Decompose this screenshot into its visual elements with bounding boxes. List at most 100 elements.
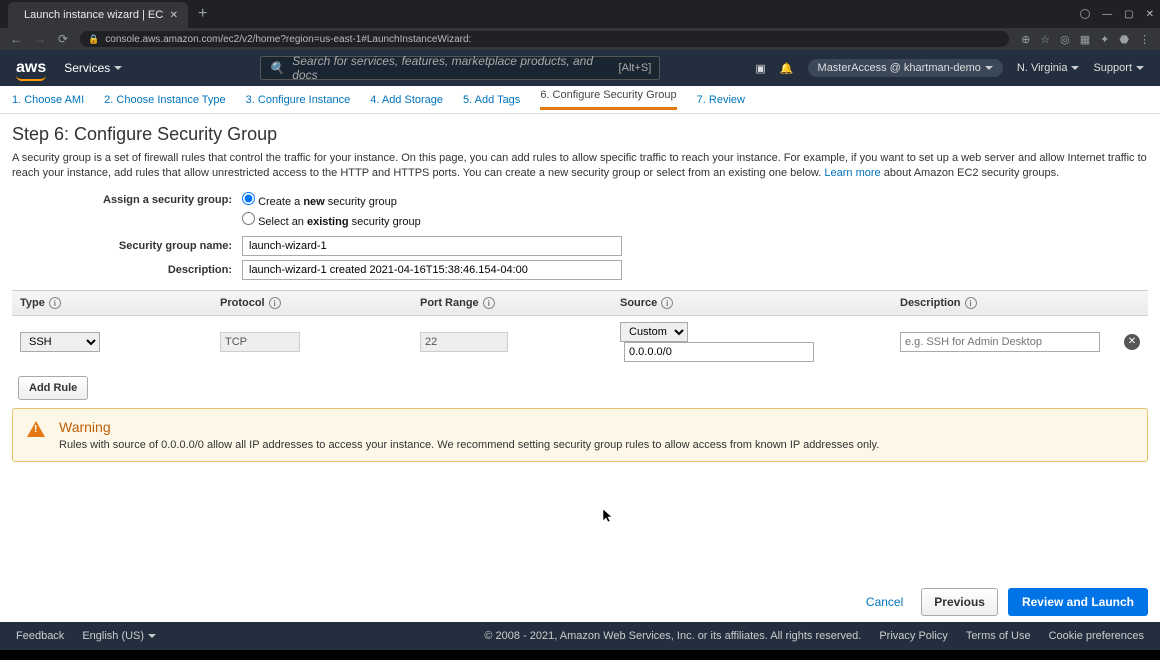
- forward-icon[interactable]: →: [34, 32, 46, 46]
- step-configure-instance[interactable]: 3. Configure Instance: [246, 94, 351, 106]
- services-label: Services: [64, 61, 110, 75]
- sg-desc-label: Description:: [12, 264, 242, 276]
- learn-more-link[interactable]: Learn more: [824, 167, 880, 179]
- warning-title: Warning: [59, 419, 879, 435]
- search-mini-icon[interactable]: ⊕: [1021, 33, 1030, 46]
- col-type: Typei: [12, 290, 212, 315]
- step-add-storage[interactable]: 4. Add Storage: [370, 94, 443, 106]
- account-menu[interactable]: MasterAccess @ khartman-demo: [808, 59, 1003, 77]
- console-search-input[interactable]: 🔍 Search for services, features, marketp…: [260, 56, 660, 80]
- step-add-tags[interactable]: 5. Add Tags: [463, 94, 520, 106]
- remove-rule-button[interactable]: ✕: [1124, 334, 1140, 350]
- cloudshell-icon[interactable]: ▣: [755, 62, 765, 75]
- rule-protocol: TCP: [220, 332, 300, 352]
- warning-icon: [27, 421, 45, 437]
- menu-icon[interactable]: ⋮: [1139, 33, 1150, 46]
- rule-description-input[interactable]: [900, 332, 1100, 352]
- profile-icon[interactable]: ⬣: [1119, 33, 1129, 46]
- cookie-preferences-link[interactable]: Cookie preferences: [1049, 630, 1144, 642]
- support-menu[interactable]: Support: [1093, 62, 1144, 74]
- warning-text: Rules with source of 0.0.0.0/0 allow all…: [59, 439, 879, 451]
- maximize-icon[interactable]: ▢: [1124, 9, 1133, 20]
- page-title: Step 6: Configure Security Group: [12, 124, 1148, 145]
- col-source: Sourcei: [612, 290, 892, 315]
- support-label: Support: [1093, 62, 1132, 74]
- url-input[interactable]: 🔒 console.aws.amazon.com/ec2/v2/home?reg…: [80, 31, 1009, 47]
- sg-name-input[interactable]: [242, 236, 622, 256]
- col-protocol: Protocoli: [212, 290, 412, 315]
- aws-console-header: aws Services 🔍 Search for services, feat…: [0, 50, 1160, 86]
- rule-type-select[interactable]: SSH: [20, 332, 100, 352]
- caret-down-icon: [1071, 66, 1079, 70]
- radio-create-new[interactable]: [242, 192, 255, 205]
- aws-smile-icon: [16, 75, 46, 81]
- extensions-icon[interactable]: ✦: [1100, 33, 1109, 46]
- minimize-icon[interactable]: —: [1102, 9, 1112, 20]
- privacy-link[interactable]: Privacy Policy: [879, 630, 947, 642]
- radio-select-existing-label[interactable]: Select an existing security group: [258, 216, 421, 228]
- radio-select-existing[interactable]: [242, 212, 255, 225]
- tab-title: Launch instance wizard | EC2 Ma: [24, 9, 164, 21]
- col-port-range: Port Rangei: [412, 290, 612, 315]
- step-choose-instance-type[interactable]: 2. Choose Instance Type: [104, 94, 226, 106]
- language-menu[interactable]: English (US): [82, 630, 156, 642]
- sg-name-label: Security group name:: [12, 240, 242, 252]
- notifications-icon[interactable]: 🔔: [780, 62, 794, 75]
- caret-down-icon: [1136, 66, 1144, 70]
- new-tab-button[interactable]: +: [198, 5, 207, 23]
- browser-tab-bar: Launch instance wizard | EC2 Ma ✕ + — ▢ …: [0, 0, 1160, 28]
- browser-tab[interactable]: Launch instance wizard | EC2 Ma ✕: [8, 2, 188, 28]
- caret-down-icon: [114, 66, 122, 70]
- extension1-icon[interactable]: ◎: [1060, 33, 1070, 46]
- rule-source-mode-select[interactable]: Custom: [620, 322, 688, 342]
- search-icon: 🔍: [269, 61, 284, 75]
- previous-button[interactable]: Previous: [921, 588, 998, 616]
- sg-desc-input[interactable]: [242, 260, 622, 280]
- page-body: Step 6: Configure Security Group A secur…: [0, 114, 1160, 622]
- warning-panel: Warning Rules with source of 0.0.0.0/0 a…: [12, 408, 1148, 462]
- table-row: SSH TCP Custom: [12, 315, 1148, 368]
- window-controls: — ▢ ✕: [1080, 9, 1154, 20]
- cancel-button[interactable]: Cancel: [858, 589, 911, 615]
- search-placeholder: Search for services, features, marketpla…: [292, 54, 610, 82]
- wizard-steps: 1. Choose AMI 2. Choose Instance Type 3.…: [0, 86, 1160, 114]
- region-label: N. Virginia: [1017, 62, 1068, 74]
- mouse-cursor: [603, 509, 613, 523]
- aws-logo-text: aws: [16, 59, 46, 76]
- col-description: Descriptioni: [892, 290, 1116, 315]
- assign-sg-label: Assign a security group:: [12, 194, 242, 206]
- extension2-icon[interactable]: ▦: [1080, 33, 1090, 46]
- account-label: MasterAccess @ khartman-demo: [818, 62, 981, 74]
- info-icon[interactable]: i: [49, 297, 61, 309]
- rule-source-ip-input[interactable]: [624, 342, 814, 362]
- star-icon[interactable]: ☆: [1040, 33, 1050, 46]
- caret-down-icon: [148, 634, 156, 638]
- close-tab-icon[interactable]: ✕: [170, 10, 178, 21]
- step-review[interactable]: 7. Review: [697, 94, 745, 106]
- close-window-icon[interactable]: ✕: [1146, 9, 1154, 20]
- info-icon[interactable]: i: [269, 297, 281, 309]
- info-icon[interactable]: i: [965, 297, 977, 309]
- reload-icon[interactable]: ⟳: [58, 32, 68, 46]
- services-menu[interactable]: Services: [64, 61, 122, 75]
- lock-icon: 🔒: [88, 34, 99, 45]
- rules-table: Typei Protocoli Port Rangei Sourcei Desc…: [12, 290, 1148, 368]
- aws-console-footer: Feedback English (US) © 2008 - 2021, Ama…: [0, 622, 1160, 650]
- step-configure-security-group[interactable]: 6. Configure Security Group: [540, 89, 676, 110]
- add-rule-button[interactable]: Add Rule: [18, 376, 88, 400]
- copyright-text: © 2008 - 2021, Amazon Web Services, Inc.…: [484, 630, 861, 642]
- info-icon[interactable]: i: [661, 297, 673, 309]
- step-choose-ami[interactable]: 1. Choose AMI: [12, 94, 84, 106]
- aws-logo[interactable]: aws: [16, 59, 46, 77]
- wizard-footer: Cancel Previous Review and Launch: [858, 588, 1148, 616]
- region-menu[interactable]: N. Virginia: [1017, 62, 1080, 74]
- feedback-link[interactable]: Feedback: [16, 630, 64, 642]
- back-icon[interactable]: ←: [10, 32, 22, 46]
- caret-down-icon: [985, 66, 993, 70]
- terms-link[interactable]: Terms of Use: [966, 630, 1031, 642]
- radio-create-new-label[interactable]: Create a new security group: [258, 196, 397, 208]
- record-icon: [1080, 9, 1090, 19]
- browser-address-bar: ← → ⟳ 🔒 console.aws.amazon.com/ec2/v2/ho…: [0, 28, 1160, 50]
- info-icon[interactable]: i: [483, 297, 495, 309]
- review-and-launch-button[interactable]: Review and Launch: [1008, 588, 1148, 616]
